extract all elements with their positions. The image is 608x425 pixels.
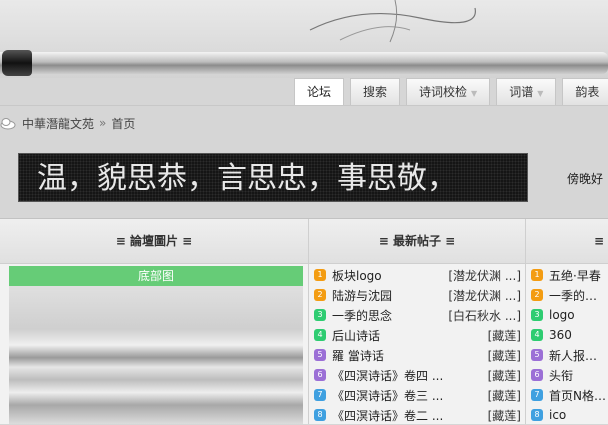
- post-author[interactable]: [藏莲]: [488, 387, 521, 404]
- rank-badge: 2: [531, 289, 543, 301]
- main-nav: 论坛 搜索 诗词校检 ▼ 词谱 ▼ 韵表: [294, 78, 608, 106]
- list-item[interactable]: 4 360: [526, 325, 608, 345]
- rank-badge: 3: [314, 309, 326, 321]
- chevron-down-icon: ▼: [537, 89, 544, 98]
- scroll-rod-cap: [2, 50, 32, 76]
- post-title-link[interactable]: 一季的思念: [332, 307, 444, 324]
- breadcrumb-separator: »: [99, 116, 107, 130]
- post-title-link[interactable]: 《四溟诗话》卷二 ...: [332, 407, 484, 424]
- third-panel-title: ≡: [526, 219, 608, 264]
- rank-badge: 2: [314, 289, 326, 301]
- post-title-link[interactable]: 《四溟诗话》卷四 ...: [332, 367, 484, 384]
- post-title-link[interactable]: 五绝·早春: [549, 267, 608, 284]
- post-author[interactable]: [藏莲]: [488, 407, 521, 424]
- post-title-link[interactable]: 360: [549, 328, 608, 342]
- list-item[interactable]: 2 一季的思念: [526, 285, 608, 305]
- rank-badge: 6: [314, 369, 326, 381]
- list-item[interactable]: 8 ico: [526, 405, 608, 425]
- list-item[interactable]: 1 五绝·早春: [526, 265, 608, 285]
- forum-panels: ≡ 論壇圖片 ≡ 底部图 ≡ 最新帖子 ≡ 1 板块logo [潜龙伏渊 ...] 2…: [0, 218, 608, 424]
- rank-badge: 4: [314, 329, 326, 341]
- nav-tab-0[interactable]: 论坛: [294, 78, 345, 105]
- list-item[interactable]: 3 logo: [526, 305, 608, 325]
- list-item[interactable]: 7 《四溟诗话》卷三 ... [藏莲]: [309, 385, 525, 405]
- nav-divider: [0, 105, 608, 106]
- post-author[interactable]: [潜龙伏渊 ...]: [448, 287, 521, 304]
- list-item[interactable]: 5 羅 當诗话 [藏莲]: [309, 345, 525, 365]
- breadcrumb: 中華潛龍文苑 » 首页: [0, 114, 135, 132]
- latest-posts-list: 1 板块logo [潜龙伏渊 ...] 2 陆游与沈园 [潜龙伏渊 ...] 3 一季的思念[…: [309, 265, 525, 425]
- rank-badge: 5: [314, 349, 326, 361]
- nav-tab-2[interactable]: 诗词校检 ▼: [406, 78, 491, 105]
- list-item[interactable]: 1 板块logo [潜龙伏渊 ...]: [309, 265, 525, 285]
- list-item[interactable]: 4 后山诗话 [藏莲]: [309, 325, 525, 345]
- post-title-link[interactable]: 后山诗话: [332, 327, 484, 344]
- post-author[interactable]: [藏莲]: [488, 347, 521, 364]
- scroll-rod-decoration: [0, 52, 608, 74]
- rank-badge: 1: [531, 269, 543, 281]
- nav-tab-label: 论坛: [307, 85, 332, 99]
- pictures-panel: ≡ 論壇圖片 ≡ 底部图: [0, 219, 309, 424]
- nav-tab-label: 搜索: [363, 85, 388, 99]
- post-title-link[interactable]: 《四溟诗话》卷三 ...: [332, 387, 484, 404]
- rank-badge: 3: [531, 309, 543, 321]
- ink-painting-decoration: [309, 0, 476, 43]
- nav-tab-label: 韵表: [575, 85, 600, 99]
- third-posts-list: 1 五绝·早春 2 一季的思念 3 logo 4 360 5 新人报道测 6 头衔 7 首页N格(仿 8 ic…: [526, 265, 608, 425]
- rank-badge: 6: [531, 369, 543, 381]
- post-title-link[interactable]: 首页N格(仿: [549, 387, 608, 404]
- rank-badge: 7: [531, 389, 543, 401]
- post-author[interactable]: [藏莲]: [488, 327, 521, 344]
- nav-tab-3[interactable]: 词谱 ▼: [496, 78, 557, 105]
- rank-badge: 4: [531, 329, 543, 341]
- list-item[interactable]: 8 《四溟诗话》卷二 ... [藏莲]: [309, 405, 525, 425]
- breadcrumb-page-link[interactable]: 首页: [111, 115, 135, 132]
- post-title-link[interactable]: logo: [549, 308, 608, 322]
- post-title-link[interactable]: ico: [549, 408, 608, 422]
- post-title-link[interactable]: 新人报道测: [549, 347, 608, 364]
- nav-tab-label: 词谱: [509, 85, 534, 99]
- list-item[interactable]: 5 新人报道测: [526, 345, 608, 365]
- rank-badge: 8: [314, 409, 326, 421]
- third-panel: ≡ 1 五绝·早春 2 一季的思念 3 logo 4 360 5 新人报道测 6 头衔 7 首页N格(仿 8…: [526, 219, 608, 424]
- picture-caption[interactable]: 底部图: [9, 266, 303, 286]
- home-cloud-icon[interactable]: [0, 116, 16, 130]
- list-item[interactable]: 7 首页N格(仿: [526, 385, 608, 405]
- nav-tab-4[interactable]: 韵表: [562, 78, 608, 105]
- nav-tab-1[interactable]: 搜索: [350, 78, 401, 105]
- list-item[interactable]: 6 头衔: [526, 365, 608, 385]
- post-author[interactable]: [藏莲]: [488, 367, 521, 384]
- post-title-link[interactable]: 板块logo: [332, 267, 444, 284]
- rank-badge: 5: [531, 349, 543, 361]
- post-title-link[interactable]: 陆游与沈园: [332, 287, 444, 304]
- rank-badge: 8: [531, 409, 543, 421]
- latest-posts-panel: ≡ 最新帖子 ≡ 1 板块logo [潜龙伏渊 ...] 2 陆游与沈园 [潜龙伏渊 ..…: [309, 219, 526, 424]
- list-item[interactable]: 3 一季的思念 [白石秋水 ...]: [309, 305, 525, 325]
- pictures-panel-title: ≡ 論壇圖片 ≡: [0, 219, 308, 264]
- header-band: [0, 0, 608, 78]
- post-author[interactable]: [白石秋水 ...]: [448, 307, 521, 324]
- breadcrumb-site-link[interactable]: 中華潛龍文苑: [22, 115, 94, 132]
- rank-badge: 7: [314, 389, 326, 401]
- post-title-link[interactable]: 头衔: [549, 367, 608, 384]
- post-title-link[interactable]: 一季的思念: [549, 287, 608, 304]
- forum-picture[interactable]: 底部图: [9, 266, 303, 424]
- list-item[interactable]: 2 陆游与沈园 [潜龙伏渊 ...]: [309, 285, 525, 305]
- quote-banner: 温，貌思恭，言思忠，事思敬，: [18, 153, 528, 202]
- user-greeting: 傍晚好: [567, 172, 604, 186]
- list-item[interactable]: 6 《四溟诗话》卷四 ... [藏莲]: [309, 365, 525, 385]
- post-title-link[interactable]: 羅 當诗话: [332, 347, 484, 364]
- chevron-down-icon: ▼: [471, 89, 478, 98]
- latest-posts-title: ≡ 最新帖子 ≡: [309, 219, 525, 264]
- rank-badge: 1: [314, 269, 326, 281]
- post-author[interactable]: [潜龙伏渊 ...]: [448, 267, 521, 284]
- nav-tab-label: 诗词校检: [419, 85, 468, 99]
